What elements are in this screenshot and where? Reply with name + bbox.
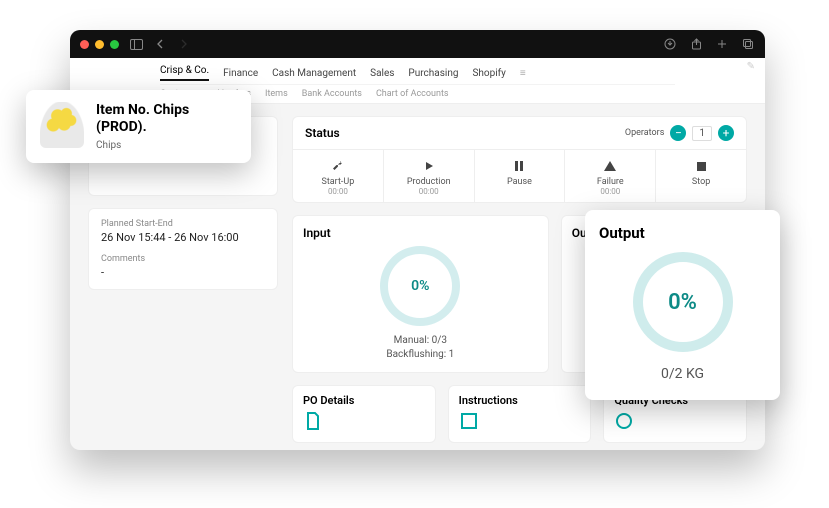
operators-plus-button[interactable]: + <box>718 125 734 141</box>
share-icon[interactable] <box>689 37 703 51</box>
left-column: Planned Start-End 26 Nov 15:44 - 26 Nov … <box>88 116 278 443</box>
output-title: Output <box>599 224 766 242</box>
titlebar <box>70 30 765 58</box>
status-title: Status <box>305 126 340 140</box>
comments-value: - <box>101 266 265 279</box>
planned-label: Planned Start-End <box>101 219 265 229</box>
status-item-failure[interactable]: Failure 00:00 <box>565 150 656 202</box>
input-percent: 0% <box>380 246 460 326</box>
item-callout: Item No. Chips (PROD). Chips <box>26 90 251 163</box>
output-sub: 0/2 KG <box>599 366 766 382</box>
status-item-startup[interactable]: Start-Up 00:00 <box>293 150 384 202</box>
list-icon <box>459 411 581 434</box>
po-details-title: PO Details <box>303 394 425 407</box>
close-dot-icon[interactable] <box>80 40 89 49</box>
pause-icon <box>475 158 565 174</box>
output-percent: 0% <box>633 252 733 352</box>
status-label: Stop <box>656 177 746 187</box>
instructions-card[interactable]: Instructions <box>448 385 592 443</box>
minimize-dot-icon[interactable] <box>95 40 104 49</box>
subnav-item[interactable]: Bank Accounts <box>302 89 362 99</box>
subnav-item[interactable]: Items <box>265 89 288 99</box>
status-time: 00:00 <box>565 187 655 196</box>
po-details-card[interactable]: PO Details <box>292 385 436 443</box>
wrench-icon <box>293 158 383 174</box>
planned-value: 26 Nov 15:44 - 26 Nov 16:00 <box>101 231 265 244</box>
play-icon <box>384 158 474 174</box>
status-item-production[interactable]: Production 00:00 <box>384 150 475 202</box>
nav-item[interactable]: Shopify <box>472 68 505 79</box>
operators-count: 1 <box>692 126 712 141</box>
input-manual: Manual: 0/3 <box>303 334 538 348</box>
back-icon[interactable] <box>153 37 167 51</box>
input-backflushing: Backflushing: 1 <box>303 348 538 362</box>
download-icon[interactable] <box>663 37 677 51</box>
input-card: Input 0% Manual: 0/3 Backflushing: 1 <box>292 215 549 373</box>
document-icon <box>303 411 425 434</box>
status-items: Start-Up 00:00 Production 00:00 Pause <box>293 150 746 202</box>
plus-icon[interactable] <box>715 37 729 51</box>
status-item-pause[interactable]: Pause <box>475 150 566 202</box>
status-time: 00:00 <box>384 187 474 196</box>
status-label: Failure <box>565 177 655 187</box>
warning-icon <box>565 158 655 174</box>
operators-label: Operators <box>625 128 664 138</box>
sidebar-toggle-icon[interactable] <box>129 37 143 51</box>
edit-icon[interactable]: ✎ <box>747 61 755 72</box>
forward-icon[interactable] <box>177 37 191 51</box>
subnav-item[interactable]: Chart of Accounts <box>376 89 449 99</box>
chips-image-icon <box>40 102 84 148</box>
status-label: Start-Up <box>293 177 383 187</box>
status-label: Production <box>384 177 474 187</box>
nav-item[interactable]: Sales <box>370 68 394 79</box>
maximize-dot-icon[interactable] <box>110 40 119 49</box>
output-overlay: Output 0% 0/2 KG <box>585 210 780 400</box>
nav-item[interactable]: Finance <box>223 68 258 79</box>
status-label: Pause <box>475 177 565 187</box>
copy-icon[interactable] <box>741 37 755 51</box>
operators-minus-button[interactable]: − <box>670 125 686 141</box>
check-icon <box>614 411 736 434</box>
window-controls[interactable] <box>80 40 119 49</box>
nav-item[interactable]: Crisp & Co. <box>160 65 209 81</box>
nav-item[interactable]: Cash Management <box>272 68 356 79</box>
comments-label: Comments <box>101 254 265 264</box>
item-subtitle: Chips <box>96 140 237 151</box>
nav-more-icon[interactable]: ≡ <box>520 68 526 79</box>
operators-control: Operators − 1 + <box>625 125 734 141</box>
instructions-title: Instructions <box>459 394 581 407</box>
stop-icon <box>656 158 746 174</box>
details-panel: Planned Start-End 26 Nov 15:44 - 26 Nov … <box>88 208 278 290</box>
nav-item[interactable]: Purchasing <box>408 68 458 79</box>
primary-nav: Crisp & Co. Finance Cash Management Sale… <box>160 62 675 84</box>
input-title: Input <box>303 226 538 240</box>
status-time: 00:00 <box>293 187 383 196</box>
status-item-stop[interactable]: Stop <box>656 150 746 202</box>
status-card: Status Operators − 1 + Start-Up 00:00 <box>292 116 747 203</box>
item-title: Item No. Chips (PROD). <box>96 102 237 136</box>
